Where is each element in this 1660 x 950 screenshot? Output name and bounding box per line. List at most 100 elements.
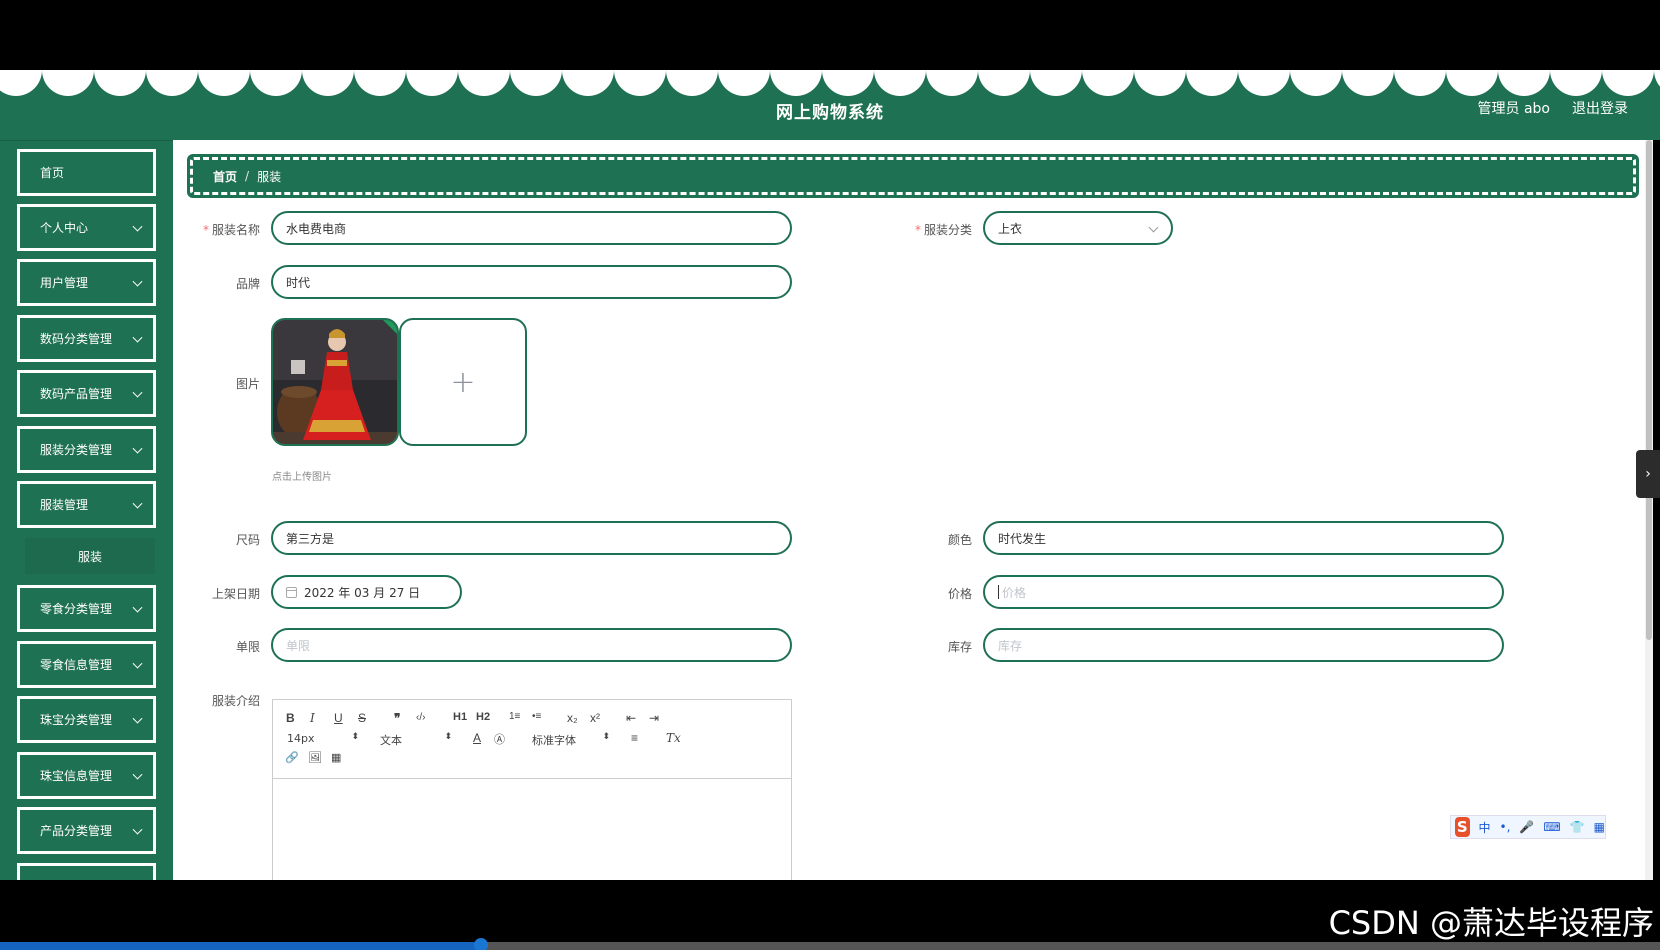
brand-input[interactable]: 时代 <box>271 265 792 299</box>
font-family-select[interactable]: 标准字体 ⬍ <box>532 732 610 748</box>
sidebar-item-label: 产品分类管理 <box>40 824 113 838</box>
superscript-button[interactable]: x² <box>590 711 600 725</box>
sogou-logo-icon: S <box>1455 817 1470 837</box>
sidebar-item-digital-category[interactable]: 数码分类管理 <box>15 313 158 364</box>
chevron-down-icon <box>132 769 143 780</box>
sidebar-item-user-management[interactable]: 用户管理 <box>15 257 158 308</box>
breadcrumb-separator: / <box>245 169 250 183</box>
scallop <box>510 70 562 96</box>
sidebar-item-label: 服装管理 <box>40 498 89 512</box>
scallop <box>198 70 250 96</box>
heading2-button[interactable]: H2 <box>476 711 490 723</box>
sidebar-item-label: 服装分类管理 <box>40 443 113 457</box>
sidebar-item-clothing-management[interactable]: 服装管理 <box>15 479 158 530</box>
font-size-select[interactable]: 14px ⬍ <box>287 732 359 745</box>
image-label: 图片 <box>235 377 260 391</box>
scallop <box>1030 70 1082 96</box>
sidebar-item-jewelry-info[interactable]: 珠宝信息管理 <box>15 750 158 801</box>
scallop <box>1134 70 1186 96</box>
text-style-select[interactable]: 文本 ⬍ <box>380 732 452 748</box>
clothing-name-input[interactable]: 水电费电商 <box>271 211 792 245</box>
code-block-button[interactable]: ‹/› <box>416 712 425 723</box>
punctuation-icon[interactable]: •, <box>1500 820 1511 834</box>
size-input[interactable]: 第三方是 <box>271 521 792 555</box>
limit-label: 单限 <box>235 640 260 654</box>
sidebar-item-label: 珠宝分类管理 <box>40 713 113 727</box>
sidebar-item-digital-product[interactable]: 数码产品管理 <box>15 368 158 419</box>
scallop <box>146 70 198 96</box>
chevron-down-icon <box>132 713 143 724</box>
keyboard-icon[interactable]: ⌨ <box>1543 820 1560 834</box>
stock-input[interactable]: 库存 <box>983 628 1504 662</box>
image-button[interactable]: 🖼 <box>308 751 322 764</box>
sidebar-item-product-category[interactable]: 产品分类管理 <box>15 805 158 856</box>
logout-link[interactable]: 退出登录 <box>1572 98 1628 118</box>
upload-add-button[interactable]: + <box>399 318 527 446</box>
side-panel-toggle[interactable]: › <box>1636 450 1660 498</box>
scallop <box>406 70 458 96</box>
scallop <box>770 70 822 96</box>
bold-button[interactable]: B <box>286 711 295 725</box>
clothing-category-select[interactable]: 上衣 <box>983 211 1173 245</box>
scallop <box>1498 70 1550 96</box>
link-button[interactable]: 🔗 <box>285 751 299 764</box>
main-content: 首页 / 服装 *服装名称 水电费电商 *服装分类 上衣 品牌 时代 图片 <box>173 140 1653 880</box>
sidebar-item-home[interactable]: 首页 <box>15 147 158 198</box>
sidebar-item-partial[interactable] <box>15 861 158 880</box>
sidebar-subitem-clothing[interactable]: 服装 <box>25 538 155 574</box>
scrollbar-thumb[interactable] <box>1646 140 1652 640</box>
italic-button[interactable]: I <box>310 711 315 725</box>
video-progress-knob[interactable] <box>474 938 489 950</box>
underline-button[interactable]: U <box>334 711 343 725</box>
limit-input[interactable]: 单限 <box>271 628 792 662</box>
price-input[interactable]: 价格 <box>983 575 1504 609</box>
scallop <box>1602 70 1654 96</box>
scallop <box>614 70 666 96</box>
sidebar: 首页 个人中心 用户管理 数码分类管理 数码产品管理 服装分类管理 服装管理 服… <box>0 140 173 880</box>
color-input[interactable]: 时代发生 <box>983 521 1504 555</box>
sidebar-item-personal-center[interactable]: 个人中心 <box>15 202 158 253</box>
ime-toolbar[interactable]: S 中 •, 🎤 ⌨ 👕 ▦ <box>1450 815 1606 839</box>
scallop <box>718 70 770 96</box>
video-button[interactable]: ▦ <box>331 751 341 764</box>
sidebar-item-jewelry-category[interactable]: 珠宝分类管理 <box>15 694 158 745</box>
heading1-button[interactable]: H1 <box>453 711 467 723</box>
scallop-decoration <box>0 70 1660 96</box>
subscript-button[interactable]: x₂ <box>567 711 578 725</box>
scallop <box>1394 70 1446 96</box>
clear-format-button[interactable]: Tx <box>666 731 681 745</box>
sidebar-item-snack-category[interactable]: 零食分类管理 <box>15 583 158 634</box>
blockquote-button[interactable]: ❞ <box>394 711 400 725</box>
shelf-date-picker[interactable]: 2022 年 03 月 27 日 <box>271 575 462 609</box>
ordered-list-button[interactable]: 1≡ <box>509 711 520 722</box>
sidebar-item-label: 零食信息管理 <box>40 658 113 672</box>
sidebar-item-label: 珠宝信息管理 <box>40 769 113 783</box>
chevron-down-icon <box>132 276 143 287</box>
sidebar-item-clothing-category[interactable]: 服装分类管理 <box>15 424 158 475</box>
editor-body[interactable] <box>273 779 791 880</box>
outdent-button[interactable]: ⇤ <box>626 711 636 725</box>
ime-language[interactable]: 中 <box>1479 819 1491 836</box>
vertical-scrollbar[interactable] <box>1645 140 1653 880</box>
grid-icon[interactable]: ▦ <box>1594 820 1605 834</box>
upload-hint: 点击上传图片 <box>272 472 332 483</box>
strike-button[interactable]: S <box>358 711 366 725</box>
background-color-button[interactable]: Ⓐ <box>494 731 505 747</box>
scallop <box>1550 70 1602 96</box>
font-color-button[interactable]: A <box>473 731 481 745</box>
scallop <box>822 70 874 96</box>
indent-button[interactable]: ⇥ <box>649 711 659 725</box>
skin-icon[interactable]: 👕 <box>1570 820 1585 834</box>
sidebar-item-label: 数码分类管理 <box>40 332 113 346</box>
price-label: 价格 <box>947 587 972 601</box>
scallop <box>0 70 42 96</box>
breadcrumb-home[interactable]: 首页 <box>213 168 237 185</box>
editor-toolbar: B I U S ❞ ‹/› H1 H2 1≡ •≡ x₂ x² ⇤ ⇥ 14px… <box>273 700 791 779</box>
scallop <box>1290 70 1342 96</box>
sidebar-item-snack-info[interactable]: 零食信息管理 <box>15 639 158 690</box>
microphone-icon[interactable]: 🎤 <box>1519 820 1534 834</box>
color-label: 颜色 <box>947 533 972 547</box>
align-button[interactable]: ≡ <box>631 731 638 745</box>
uploaded-image-thumbnail[interactable] <box>271 318 399 446</box>
bullet-list-button[interactable]: •≡ <box>532 711 541 722</box>
